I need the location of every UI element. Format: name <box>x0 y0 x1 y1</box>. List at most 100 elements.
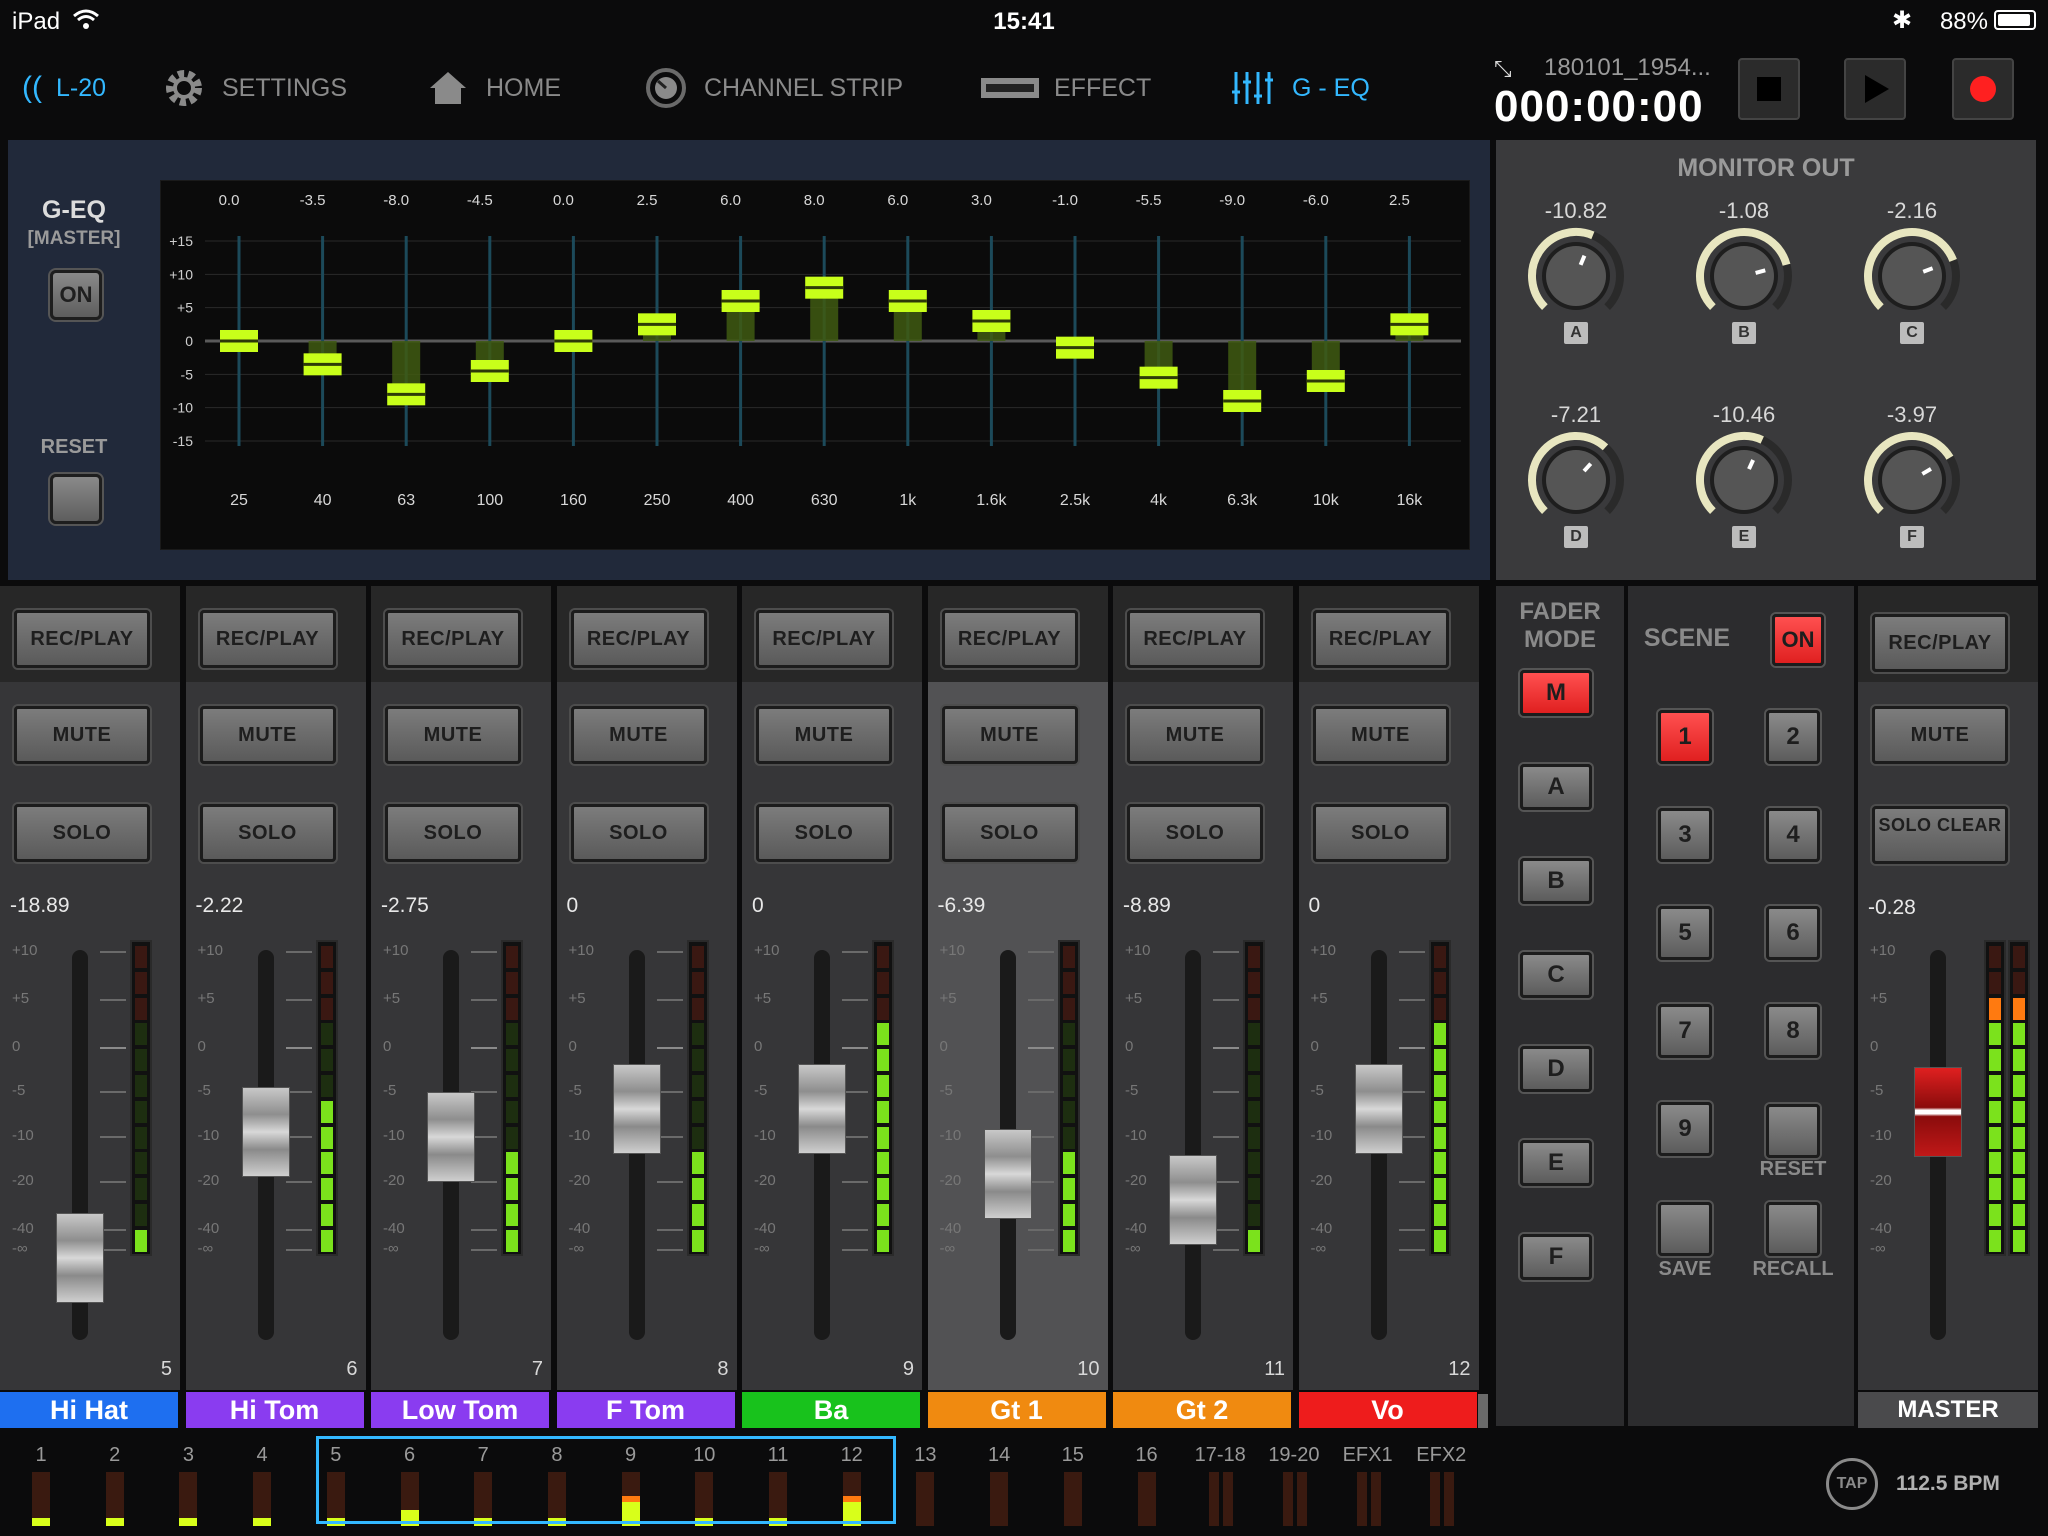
channel-name[interactable]: Low Tom <box>371 1392 549 1428</box>
recplay-button[interactable]: REC/PLAY <box>385 610 521 668</box>
scene-4-button[interactable]: 4 <box>1766 808 1820 862</box>
geq-on-button[interactable]: ON <box>50 270 102 320</box>
fader-knob[interactable] <box>427 1092 475 1183</box>
master-recplay-button[interactable]: REC/PLAY <box>1872 614 2008 672</box>
mini-meter-channel[interactable]: 1 <box>6 1428 76 1536</box>
solo-button[interactable]: SOLO <box>941 804 1078 862</box>
meter-segment <box>1062 1204 1075 1226</box>
fader-knob[interactable] <box>56 1212 104 1303</box>
fader-mode-c-button[interactable]: C <box>1520 952 1592 998</box>
fader-scale-tick <box>1213 1091 1239 1093</box>
fader-knob[interactable] <box>798 1064 846 1155</box>
mini-meter-channel[interactable]: 13 <box>890 1428 960 1536</box>
fader-scale-label: -20 <box>383 1172 405 1189</box>
scene-3-button[interactable]: 3 <box>1658 808 1712 862</box>
scene-7-button[interactable]: 7 <box>1658 1004 1712 1058</box>
tab-effect[interactable]: EFFECT <box>980 66 1151 110</box>
recording-file-name[interactable]: 180101_1954... <box>1544 54 1711 82</box>
channel-name[interactable]: Vo <box>1298 1392 1477 1428</box>
mute-button[interactable]: MUTE <box>941 706 1078 764</box>
scene-9-button[interactable]: 9 <box>1658 1102 1712 1156</box>
meter-segment <box>1433 1126 1446 1149</box>
mini-meter-channel[interactable]: 14 <box>964 1428 1034 1536</box>
recplay-button[interactable]: REC/PLAY <box>941 610 1078 668</box>
channel-name[interactable]: Gt 2 <box>1113 1392 1291 1428</box>
solo-button[interactable]: SOLO <box>570 804 707 862</box>
fader-knob[interactable] <box>983 1129 1032 1220</box>
record-button[interactable] <box>1952 58 2014 120</box>
fader-mode-b-button[interactable]: B <box>1520 858 1592 904</box>
recplay-button[interactable]: REC/PLAY <box>199 610 336 668</box>
mini-meter-channel[interactable]: 16 <box>1112 1428 1182 1536</box>
master-mute-button[interactable]: MUTE <box>1872 706 2008 764</box>
channel-name[interactable]: Ba <box>742 1392 920 1428</box>
channel-name[interactable]: Hi Tom <box>185 1392 364 1428</box>
mute-button[interactable]: MUTE <box>1312 706 1449 764</box>
recplay-button[interactable]: REC/PLAY <box>570 610 707 668</box>
tab-channel-strip[interactable]: CHANNEL STRIP <box>642 66 903 110</box>
fader-mode-e-button[interactable]: E <box>1520 1140 1592 1186</box>
mute-button[interactable]: MUTE <box>14 706 150 764</box>
mini-meter-channel[interactable]: EFX2 <box>1406 1428 1476 1536</box>
mute-button[interactable]: MUTE <box>1127 706 1263 764</box>
scene-recall-button[interactable] <box>1766 1202 1820 1256</box>
scene-1-button[interactable]: 1 <box>1658 710 1712 764</box>
mini-meter-channel[interactable]: 19-20 <box>1259 1428 1329 1536</box>
brand-button[interactable]: (( L-20 <box>22 66 106 110</box>
recplay-button[interactable]: REC/PLAY <box>756 610 892 668</box>
tap-tempo-button[interactable]: TAP <box>1826 1458 1878 1510</box>
mini-meter-channel[interactable]: 4 <box>227 1428 297 1536</box>
tab-geq[interactable]: G - EQ <box>1230 66 1370 110</box>
tab-home[interactable]: HOME <box>424 66 561 110</box>
solo-button[interactable]: SOLO <box>14 804 150 862</box>
scene-6-button[interactable]: 6 <box>1766 906 1820 960</box>
mute-button[interactable]: MUTE <box>199 706 336 764</box>
mini-meter-channel[interactable]: 17-18 <box>1185 1428 1255 1536</box>
solo-button[interactable]: SOLO <box>1127 804 1263 862</box>
fader-mode-m-button[interactable]: M <box>1520 670 1592 716</box>
mini-meter-channel[interactable]: 15 <box>1038 1428 1108 1536</box>
scene-5-button[interactable]: 5 <box>1658 906 1712 960</box>
fader-knob[interactable] <box>1169 1155 1217 1246</box>
mini-meter-channel[interactable]: 2 <box>80 1428 150 1536</box>
play-button[interactable] <box>1844 58 1906 120</box>
bpm-value: 112.5 BPM <box>1896 1472 2000 1495</box>
scene-save-button[interactable] <box>1658 1202 1712 1256</box>
scene-2-button[interactable]: 2 <box>1766 710 1820 764</box>
tab-settings[interactable]: SETTINGS <box>160 66 347 110</box>
mute-button[interactable]: MUTE <box>570 706 707 764</box>
channel-name[interactable]: Gt 1 <box>927 1392 1106 1428</box>
stop-button[interactable] <box>1738 58 1800 120</box>
fader-mode-a-button[interactable]: A <box>1520 764 1592 810</box>
solo-button[interactable]: SOLO <box>385 804 521 862</box>
channel-name[interactable]: Hi Hat <box>0 1392 178 1428</box>
mini-meter-channel[interactable]: 3 <box>153 1428 223 1536</box>
mute-button[interactable]: MUTE <box>756 706 892 764</box>
bank-selection-frame[interactable] <box>316 1436 896 1524</box>
solo-clear-button[interactable]: SOLO CLEAR <box>1872 806 2008 864</box>
recplay-button[interactable]: REC/PLAY <box>1312 610 1449 668</box>
solo-button[interactable]: SOLO <box>756 804 892 862</box>
master-fader-knob[interactable] <box>1914 1067 1962 1158</box>
mute-button[interactable]: MUTE <box>385 706 521 764</box>
geq-y-tick: -10 <box>173 400 193 416</box>
scene-on-button[interactable]: ON <box>1772 614 1824 666</box>
fader-knob[interactable] <box>1354 1064 1403 1155</box>
fader-mode-d-button[interactable]: D <box>1520 1046 1592 1092</box>
level-meter <box>1428 940 1451 1256</box>
scene-8-button[interactable]: 8 <box>1766 1004 1820 1058</box>
geq-reset-button[interactable] <box>50 474 102 524</box>
solo-button[interactable]: SOLO <box>1312 804 1449 862</box>
strip-scrollbar[interactable] <box>1478 1394 1488 1428</box>
fader-track <box>1185 950 1201 1340</box>
fader-knob[interactable] <box>612 1064 661 1155</box>
mini-meter-channel[interactable]: EFX1 <box>1333 1428 1403 1536</box>
recplay-button[interactable]: REC/PLAY <box>14 610 150 668</box>
fader-knob[interactable] <box>241 1086 290 1177</box>
fader-mode-f-button[interactable]: F <box>1520 1234 1592 1280</box>
recplay-button[interactable]: REC/PLAY <box>1127 610 1263 668</box>
solo-button[interactable]: SOLO <box>199 804 336 862</box>
scene-reset-button[interactable] <box>1766 1104 1820 1158</box>
expand-icon[interactable]: ⤡ <box>1494 56 1512 82</box>
channel-name[interactable]: F Tom <box>556 1392 735 1428</box>
